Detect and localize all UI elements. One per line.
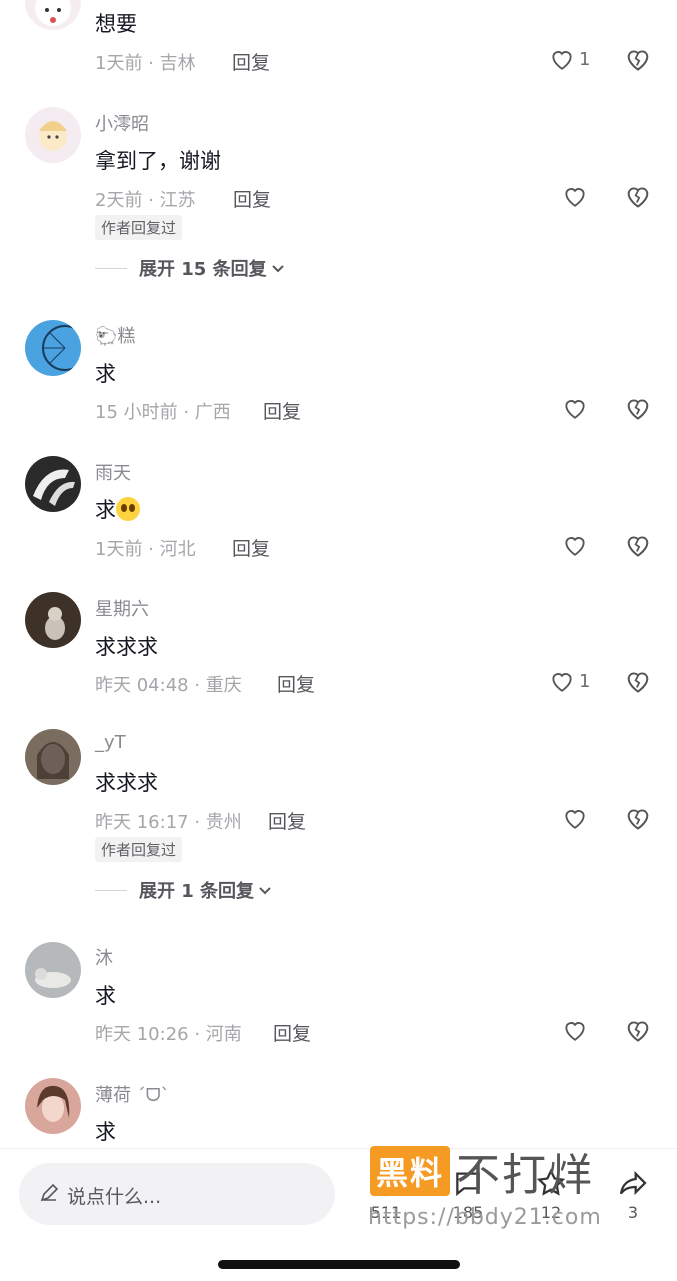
comment-text: 求: [95, 362, 116, 386]
chevron-down-icon: [259, 887, 271, 895]
comment-text: 求: [95, 494, 140, 524]
reply-button[interactable]: 回复: [233, 185, 271, 212]
expand-replies-button[interactable]: 展开 15 条回复: [95, 256, 285, 280]
dislike-icon[interactable]: [624, 182, 652, 210]
comment-text: 拿到了，谢谢: [95, 149, 221, 173]
like-count: 1: [579, 671, 591, 692]
dislike-icon[interactable]: [624, 531, 652, 559]
reply-button[interactable]: 回复: [277, 670, 315, 697]
divider: [95, 267, 127, 269]
expand-replies-button[interactable]: 展开 1 条回复: [95, 878, 272, 902]
comment-meta: 2天前 · 江苏: [95, 190, 196, 211]
avatar[interactable]: [25, 942, 81, 998]
username[interactable]: 薄荷 ˊᗜˋ: [95, 1081, 170, 1107]
like-count: 1: [579, 49, 591, 70]
username[interactable]: 沐: [95, 944, 113, 970]
comment-input-placeholder: 说点什么...: [67, 1186, 162, 1208]
author-replied-badge: 作者回复过: [95, 215, 183, 240]
crying-emoji-icon: [116, 497, 140, 521]
dislike-icon[interactable]: [624, 667, 652, 695]
watermark-badge: 黑料: [370, 1146, 451, 1196]
username[interactable]: 小澪昭: [95, 110, 149, 136]
dislike-icon[interactable]: [624, 394, 652, 422]
divider: [95, 889, 127, 891]
comment-meta: 昨天 04:48 · 重庆: [95, 675, 242, 696]
avatar[interactable]: [25, 320, 81, 376]
chevron-down-icon: [271, 265, 284, 273]
like-icon[interactable]: [562, 1017, 588, 1043]
comment-meta: 昨天 10:26 · 河南: [95, 1024, 242, 1045]
username[interactable]: 雨天: [95, 459, 131, 485]
username[interactable]: 星期六: [95, 595, 149, 621]
reply-button[interactable]: 回复: [232, 48, 270, 75]
avatar[interactable]: [25, 1078, 81, 1134]
home-indicator[interactable]: [218, 1260, 460, 1269]
watermark-url: https://bbdy21.com: [368, 1205, 602, 1230]
comment-text-content: 求: [95, 498, 116, 522]
comment-meta: 1天前 · 河北: [95, 539, 196, 560]
avatar[interactable]: [25, 592, 81, 648]
comment-meta: 昨天 16:17 · 贵州: [95, 812, 242, 833]
expand-replies-label: 展开 15 条回复: [139, 259, 267, 280]
like-icon[interactable]: [562, 183, 588, 209]
avatar[interactable]: [25, 729, 81, 785]
reply-button[interactable]: 回复: [263, 397, 301, 424]
comment-text: 求: [95, 1120, 116, 1144]
avatar[interactable]: [25, 0, 81, 30]
watermark-text: 不打烊: [456, 1150, 595, 1201]
avatar[interactable]: [25, 107, 81, 163]
username[interactable]: _yT: [95, 732, 126, 753]
comment-text: 求: [95, 984, 116, 1008]
like-icon[interactable]: [562, 805, 588, 831]
comment-meta: 1天前 · 吉林: [95, 53, 196, 74]
dislike-icon[interactable]: [624, 1016, 652, 1044]
reply-button[interactable]: 回复: [268, 807, 306, 834]
author-replied-badge: 作者回复过: [95, 837, 183, 862]
dislike-icon[interactable]: [624, 804, 652, 832]
comment-text: 求求求: [95, 635, 158, 659]
avatar[interactable]: [25, 456, 81, 512]
dislike-icon[interactable]: [624, 45, 652, 73]
pencil-icon: [40, 1183, 59, 1202]
comment-text: 想要: [95, 12, 137, 36]
share-action-count: 3: [627, 1203, 639, 1222]
comment-meta: 15 小时前 · 广西: [95, 402, 231, 423]
reply-button[interactable]: 回复: [232, 534, 270, 561]
like-icon[interactable]: [562, 532, 588, 558]
comment-text: 求求求: [95, 771, 158, 795]
username[interactable]: 🐑糕: [95, 322, 135, 348]
watermark: 黑料 不打烊: [370, 1141, 660, 1201]
reply-button[interactable]: 回复: [273, 1019, 311, 1046]
expand-replies-label: 展开 1 条回复: [139, 881, 255, 902]
like-icon[interactable]: [549, 46, 575, 72]
like-icon[interactable]: [549, 668, 575, 694]
comment-input[interactable]: 说点什么...: [19, 1163, 335, 1225]
like-icon[interactable]: [562, 395, 588, 421]
bottom-comment-bar: 说点什么... 511 185 12 3 黑料 不打烊 https://bbdy…: [0, 1146, 677, 1281]
